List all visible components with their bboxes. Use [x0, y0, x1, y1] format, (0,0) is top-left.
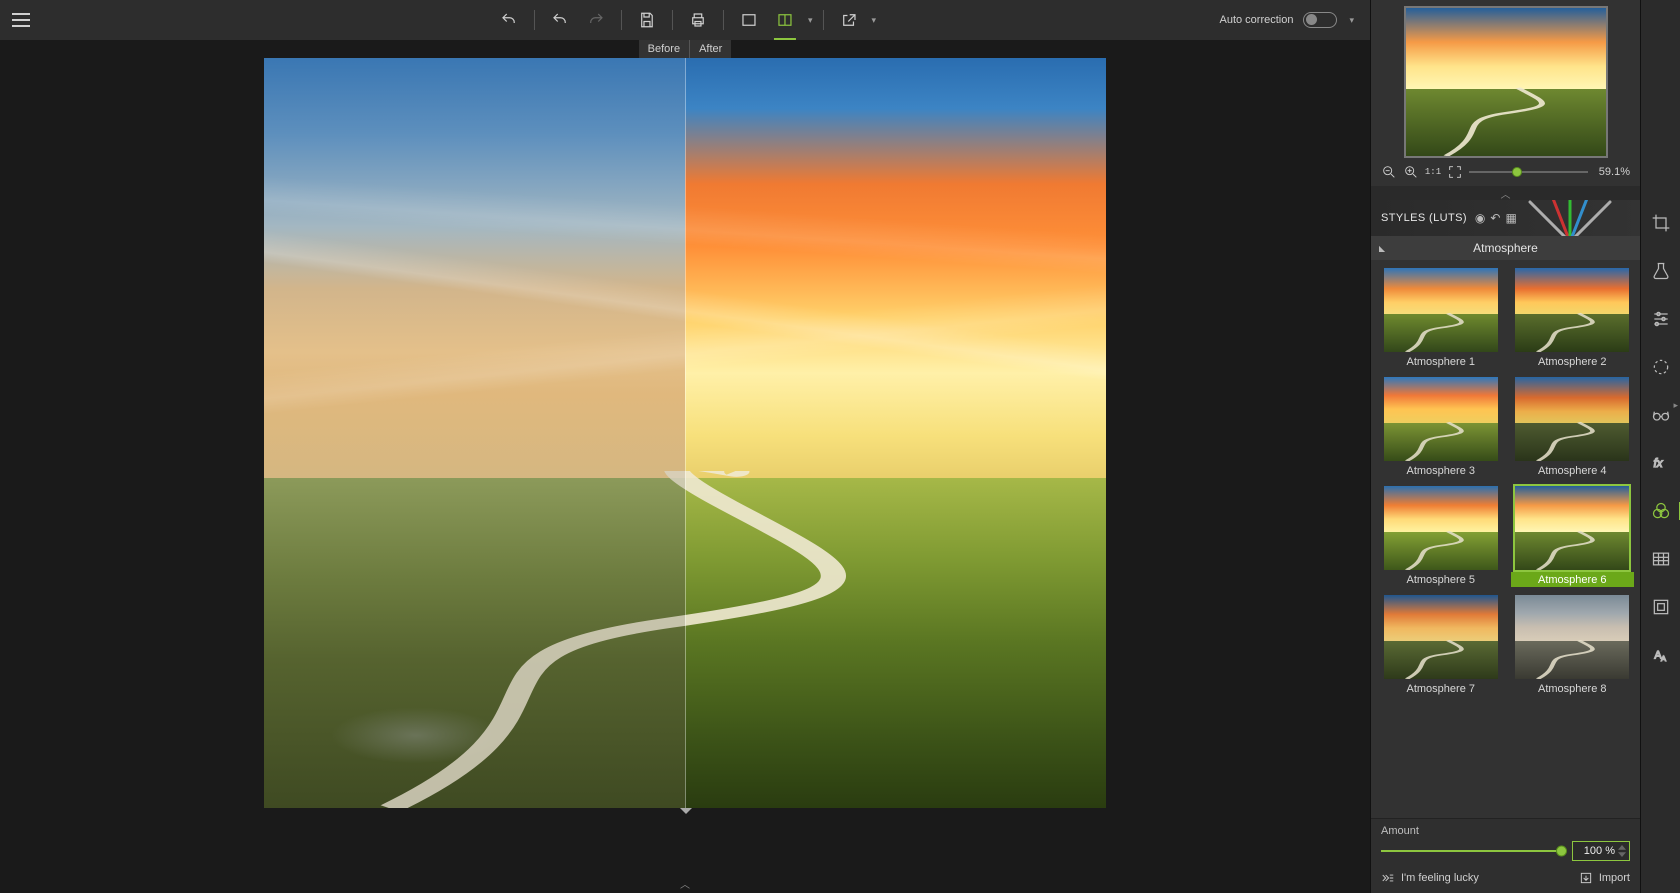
preset-label: Atmosphere 5 [1407, 572, 1475, 587]
navigator-preview[interactable] [1404, 6, 1608, 158]
amount-input[interactable]: 100 % [1572, 841, 1630, 861]
preset-4[interactable]: Atmosphere 4 [1511, 375, 1635, 478]
share-button[interactable] [834, 5, 864, 35]
svg-text:fx: fx [1653, 457, 1663, 470]
zoom-fit-icon[interactable] [1447, 164, 1463, 180]
svg-text:A: A [1661, 654, 1666, 663]
preset-5[interactable]: Atmosphere 5 [1379, 484, 1503, 587]
top-toolbar: ▾ ▾ Auto correction ▾ [0, 0, 1370, 40]
separator [823, 10, 824, 30]
auto-correction-toggle[interactable] [1303, 12, 1337, 28]
grid-tool-icon[interactable] [1648, 546, 1674, 572]
styles-decoration-icon [1510, 200, 1630, 236]
separator [672, 10, 673, 30]
text-tool-icon[interactable]: AA [1648, 642, 1674, 668]
styles-visibility-icon[interactable]: ◉ [1475, 211, 1485, 225]
print-button[interactable] [683, 5, 713, 35]
zoom-controls: 1:1 59.1% [1371, 160, 1640, 186]
auto-correction-dropdown[interactable]: ▾ [1347, 15, 1354, 26]
save-button[interactable] [632, 5, 662, 35]
preset-label: Atmosphere 6 [1511, 572, 1635, 587]
zoom-out-icon[interactable] [1381, 164, 1397, 180]
separator [723, 10, 724, 30]
preset-1[interactable]: Atmosphere 1 [1379, 266, 1503, 369]
image-canvas[interactable] [264, 58, 1106, 808]
undo-step-button[interactable] [545, 5, 575, 35]
tool-strip: fx AA ▸ [1640, 0, 1680, 893]
preset-label: Atmosphere 8 [1538, 681, 1606, 696]
styles-title: STYLES (LUTS) [1381, 212, 1467, 224]
amount-row: Amount 100 % [1371, 818, 1640, 865]
before-after-tabs: Before After [639, 40, 732, 58]
preset-2[interactable]: Atmosphere 2 [1511, 266, 1635, 369]
fx-tool-icon[interactable]: fx [1648, 450, 1674, 476]
toolbar-right: Auto correction ▾ [1219, 12, 1362, 28]
split-divider[interactable] [685, 58, 686, 808]
zoom-100-icon[interactable]: 1:1 [1425, 164, 1441, 180]
lab-tool-icon[interactable] [1648, 258, 1674, 284]
panel-collapse-up[interactable]: ︿ [1371, 186, 1640, 200]
glasses-tool-icon[interactable] [1648, 402, 1674, 428]
filmstrip-collapse[interactable]: ︿ [680, 876, 690, 891]
category-atmosphere[interactable]: Atmosphere [1371, 236, 1640, 260]
menu-button[interactable] [8, 7, 34, 33]
zoom-slider[interactable] [1469, 165, 1588, 179]
split-view-button[interactable] [770, 5, 800, 35]
category-label: Atmosphere [1473, 241, 1538, 255]
view-dropdown[interactable]: ▾ [806, 15, 813, 26]
preset-label: Atmosphere 2 [1538, 354, 1606, 369]
amount-label: Amount [1381, 825, 1630, 837]
before-tab[interactable]: Before [639, 40, 690, 58]
share-dropdown[interactable]: ▾ [870, 15, 877, 26]
preset-3[interactable]: Atmosphere 3 [1379, 375, 1503, 478]
redo-step-button[interactable] [581, 5, 611, 35]
preset-label: Atmosphere 7 [1407, 681, 1475, 696]
zoom-in-icon[interactable] [1403, 164, 1419, 180]
toolbar-center: ▾ ▾ [494, 5, 876, 35]
auto-correction-label: Auto correction [1219, 14, 1293, 26]
preset-label: Atmosphere 4 [1538, 463, 1606, 478]
preset-8[interactable]: Atmosphere 8 [1511, 593, 1635, 696]
styles-reset-icon[interactable]: ↶ [1490, 211, 1500, 225]
sliders-tool-icon[interactable] [1648, 306, 1674, 332]
preset-grid: Atmosphere 1 Atmosphere 2 Atmosphere 3 Atmo… [1371, 260, 1640, 818]
styles-header: STYLES (LUTS) ◉ ↶ ▦ [1371, 200, 1640, 236]
zoom-value: 59.1% [1594, 166, 1630, 178]
undo-button[interactable] [494, 5, 524, 35]
frame-tool-icon[interactable] [1648, 594, 1674, 620]
feeling-lucky-button[interactable]: I'm feeling lucky [1381, 871, 1479, 885]
import-button[interactable]: Import [1579, 871, 1630, 885]
preset-label: Atmosphere 1 [1407, 354, 1475, 369]
canvas-area: Before After [0, 40, 1370, 893]
panel-footer: I'm feeling lucky Import [1371, 865, 1640, 893]
separator [534, 10, 535, 30]
preset-6[interactable]: Atmosphere 6 [1511, 484, 1635, 587]
amount-slider[interactable] [1381, 844, 1562, 858]
selection-tool-icon[interactable] [1648, 354, 1674, 380]
preset-7[interactable]: Atmosphere 7 [1379, 593, 1503, 696]
lut-tool-icon[interactable] [1648, 498, 1674, 524]
after-tab[interactable]: After [690, 40, 731, 58]
side-panel: 1:1 59.1% ︿ STYLES (LUTS) ◉ ↶ ▦ [1370, 0, 1640, 893]
crop-tool-icon[interactable] [1648, 210, 1674, 236]
single-view-button[interactable] [734, 5, 764, 35]
toolstrip-expand[interactable]: ▸ [1673, 400, 1678, 411]
preset-label: Atmosphere 3 [1407, 463, 1475, 478]
separator [621, 10, 622, 30]
